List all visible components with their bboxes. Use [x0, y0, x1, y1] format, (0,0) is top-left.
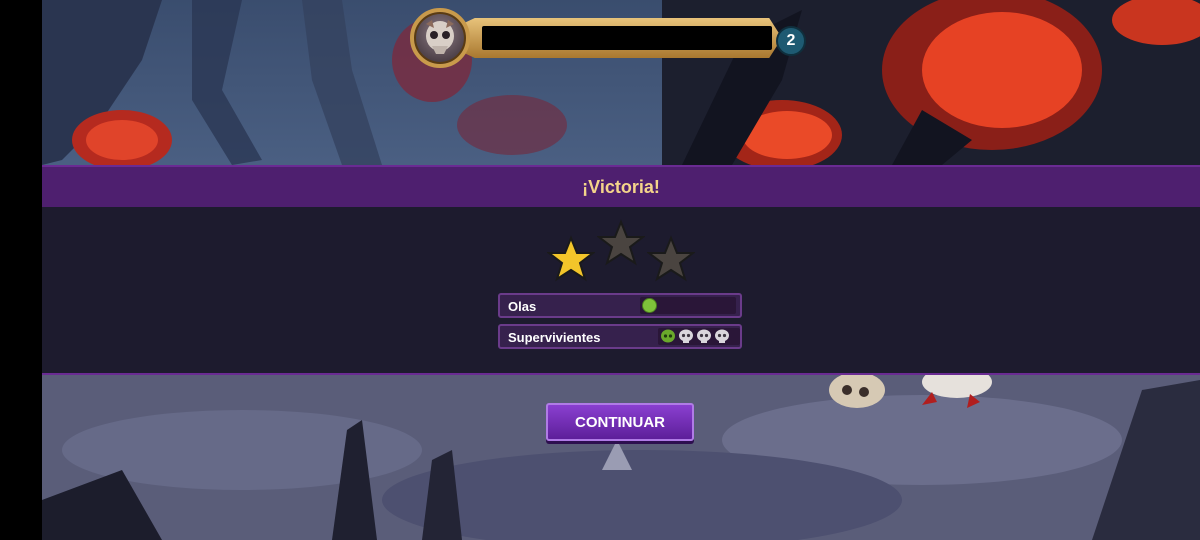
survivor-dead-skull-icon [679, 329, 693, 343]
victory-title: ¡Victoria! [582, 176, 660, 197]
survivor-dead-skull-icon [697, 329, 711, 343]
survivor-alive-icon [661, 329, 675, 343]
enemy-health-hud: 2 [410, 6, 806, 70]
health-bar [482, 26, 772, 50]
star-empty-icon [647, 235, 695, 282]
waves-label: Olas [508, 299, 537, 314]
enemy-portrait [410, 8, 470, 68]
star-rating [547, 219, 697, 289]
survivors-list [658, 328, 740, 345]
star-empty-icon [597, 219, 645, 266]
skull-creature-icon [426, 20, 454, 54]
level-badge: 2 [776, 26, 806, 56]
star-earned-icon [547, 235, 595, 282]
victory-panel: ¡Victoria! Olas Supervivientes [42, 165, 1200, 375]
survivor-dead-skull-icon [715, 329, 729, 343]
wave-marker-icon [642, 298, 657, 313]
left-letterbox [0, 0, 42, 540]
continue-button[interactable]: CONTINUAR [546, 403, 694, 441]
survivors-row: Supervivientes [498, 324, 742, 349]
victory-header: ¡Victoria! [42, 167, 1200, 207]
survivors-label: Supervivientes [508, 330, 601, 345]
waves-row: Olas [498, 293, 742, 318]
